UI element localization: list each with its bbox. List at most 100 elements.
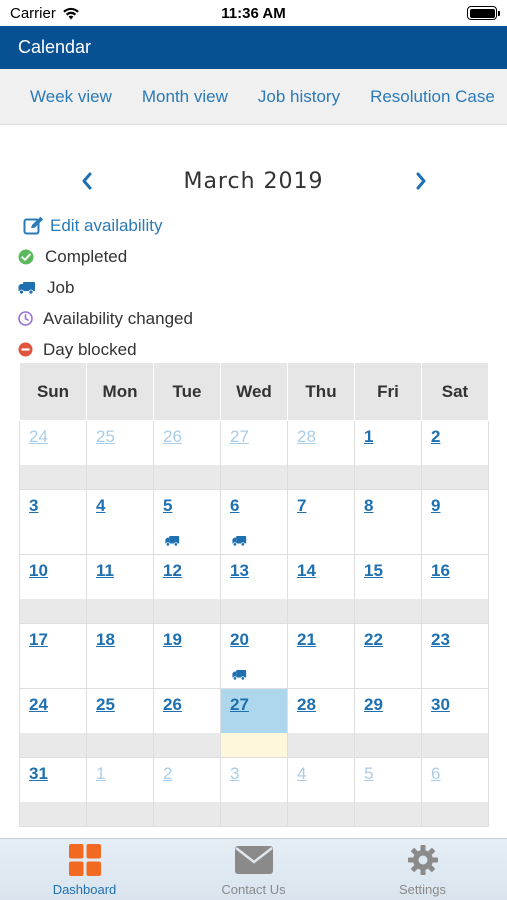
day-number-link[interactable]: 7: [297, 496, 306, 515]
calendar-day-cell[interactable]: 3: [220, 757, 288, 827]
chevron-right-icon: [416, 172, 426, 190]
day-number-link[interactable]: 13: [230, 561, 249, 580]
calendar-day-cell[interactable]: 7: [287, 489, 355, 555]
day-number-link[interactable]: 21: [297, 630, 316, 649]
day-number-link[interactable]: 29: [364, 695, 383, 714]
calendar-day-cell[interactable]: 21: [287, 623, 355, 689]
day-number-link[interactable]: 1: [364, 427, 373, 446]
day-number-link[interactable]: 4: [297, 764, 306, 783]
calendar-day-cell[interactable]: 29: [354, 688, 422, 758]
day-number-link[interactable]: 4: [96, 496, 105, 515]
calendar-day-cell[interactable]: 15: [354, 554, 422, 624]
day-number-link[interactable]: 20: [230, 630, 249, 649]
calendar-day-cell[interactable]: 4: [287, 757, 355, 827]
calendar-day-cell[interactable]: 31: [19, 757, 87, 827]
calendar-day-cell[interactable]: 13: [220, 554, 288, 624]
day-number-link[interactable]: 19: [163, 630, 182, 649]
calendar-day-cell[interactable]: 4: [86, 489, 154, 555]
day-status-bar: [87, 465, 153, 489]
day-number-link[interactable]: 8: [364, 496, 373, 515]
calendar-day-cell[interactable]: 1: [86, 757, 154, 827]
day-number-link[interactable]: 31: [29, 764, 48, 783]
previous-month-button[interactable]: [76, 170, 98, 192]
day-number-link[interactable]: 27: [230, 427, 249, 446]
day-number-link[interactable]: 26: [163, 695, 182, 714]
calendar-day-cell[interactable]: 26: [153, 688, 221, 758]
tab-settings[interactable]: Settings: [338, 839, 507, 900]
calendar-day-cell[interactable]: 30: [421, 688, 489, 758]
calendar-day-cell[interactable]: 5: [354, 757, 422, 827]
calendar-day-cell[interactable]: 9: [421, 489, 489, 555]
calendar-day-cell[interactable]: 17: [19, 623, 87, 689]
tab-contact-us[interactable]: Contact Us: [169, 839, 338, 900]
calendar-day-cell[interactable]: 19: [153, 623, 221, 689]
calendar-day-cell[interactable]: 24: [19, 420, 87, 490]
calendar-day-cell[interactable]: 27: [220, 420, 288, 490]
next-month-button[interactable]: [410, 170, 432, 192]
calendar-day-cell[interactable]: 22: [354, 623, 422, 689]
day-number-link[interactable]: 9: [431, 496, 440, 515]
day-number-link[interactable]: 17: [29, 630, 48, 649]
calendar-day-cell[interactable]: 6: [220, 489, 288, 555]
calendar-day-cell[interactable]: 16: [421, 554, 489, 624]
day-number-link[interactable]: 12: [163, 561, 182, 580]
calendar-day-cell[interactable]: 10: [19, 554, 87, 624]
calendar-day-cell[interactable]: 11: [86, 554, 154, 624]
calendar-day-cell[interactable]: 27: [220, 688, 288, 758]
calendar-day-cell[interactable]: 28: [287, 688, 355, 758]
day-status-bar: [87, 599, 153, 623]
day-number-link[interactable]: 25: [96, 695, 115, 714]
day-number-link[interactable]: 11: [96, 561, 114, 580]
day-number-link[interactable]: 6: [431, 764, 440, 783]
calendar-day-cell[interactable]: 25: [86, 688, 154, 758]
day-number-link[interactable]: 3: [29, 496, 38, 515]
calendar-day-cell[interactable]: 5: [153, 489, 221, 555]
day-number-link[interactable]: 5: [364, 764, 373, 783]
day-status-bar: [20, 733, 86, 757]
day-number-link[interactable]: 1: [96, 764, 105, 783]
calendar-day-cell[interactable]: 3: [19, 489, 87, 555]
tab-month-view[interactable]: Month view: [142, 87, 228, 107]
day-number-link[interactable]: 24: [29, 427, 48, 446]
day-number-link[interactable]: 15: [364, 561, 383, 580]
day-number-link[interactable]: 2: [163, 764, 172, 783]
tab-dashboard[interactable]: Dashboard: [0, 839, 169, 900]
calendar-day-cell[interactable]: 28: [287, 420, 355, 490]
day-number-link[interactable]: 23: [431, 630, 450, 649]
day-number-link[interactable]: 3: [230, 764, 239, 783]
day-number-link[interactable]: 24: [29, 695, 48, 714]
day-number-link[interactable]: 5: [163, 496, 172, 515]
day-number-link[interactable]: 28: [297, 427, 316, 446]
calendar-day-cell[interactable]: 2: [153, 757, 221, 827]
day-number-link[interactable]: 6: [230, 496, 239, 515]
tab-resolution-case[interactable]: Resolution Case: [370, 87, 495, 107]
day-number-link[interactable]: 26: [163, 427, 182, 446]
calendar-day-cell[interactable]: 8: [354, 489, 422, 555]
calendar-day-cell[interactable]: 24: [19, 688, 87, 758]
calendar-day-cell[interactable]: 26: [153, 420, 221, 490]
day-number-link[interactable]: 25: [96, 427, 115, 446]
day-number-link[interactable]: 10: [29, 561, 48, 580]
calendar-day-cell[interactable]: 6: [421, 757, 489, 827]
tab-week-view[interactable]: Week view: [30, 87, 112, 107]
day-number-link[interactable]: 16: [431, 561, 450, 580]
clock-icon: [18, 311, 40, 326]
day-number-link[interactable]: 2: [431, 427, 440, 446]
edit-availability-link[interactable]: Edit availability: [23, 210, 193, 241]
tab-job-history[interactable]: Job history: [258, 87, 340, 107]
calendar-day-cell[interactable]: 12: [153, 554, 221, 624]
calendar-day-cell[interactable]: 18: [86, 623, 154, 689]
day-number-link[interactable]: 18: [96, 630, 115, 649]
calendar-day-cell[interactable]: 1: [354, 420, 422, 490]
day-number-link[interactable]: 28: [297, 695, 316, 714]
calendar-day-cell[interactable]: 25: [86, 420, 154, 490]
day-number-link[interactable]: 14: [297, 561, 316, 580]
calendar-day-cell[interactable]: 2: [421, 420, 489, 490]
calendar-day-cell[interactable]: 14: [287, 554, 355, 624]
day-number-link[interactable]: 27: [230, 695, 249, 714]
weekday-header: Tue: [153, 362, 221, 421]
calendar-day-cell[interactable]: 23: [421, 623, 489, 689]
day-number-link[interactable]: 22: [364, 630, 383, 649]
calendar-day-cell[interactable]: 20: [220, 623, 288, 689]
day-number-link[interactable]: 30: [431, 695, 450, 714]
